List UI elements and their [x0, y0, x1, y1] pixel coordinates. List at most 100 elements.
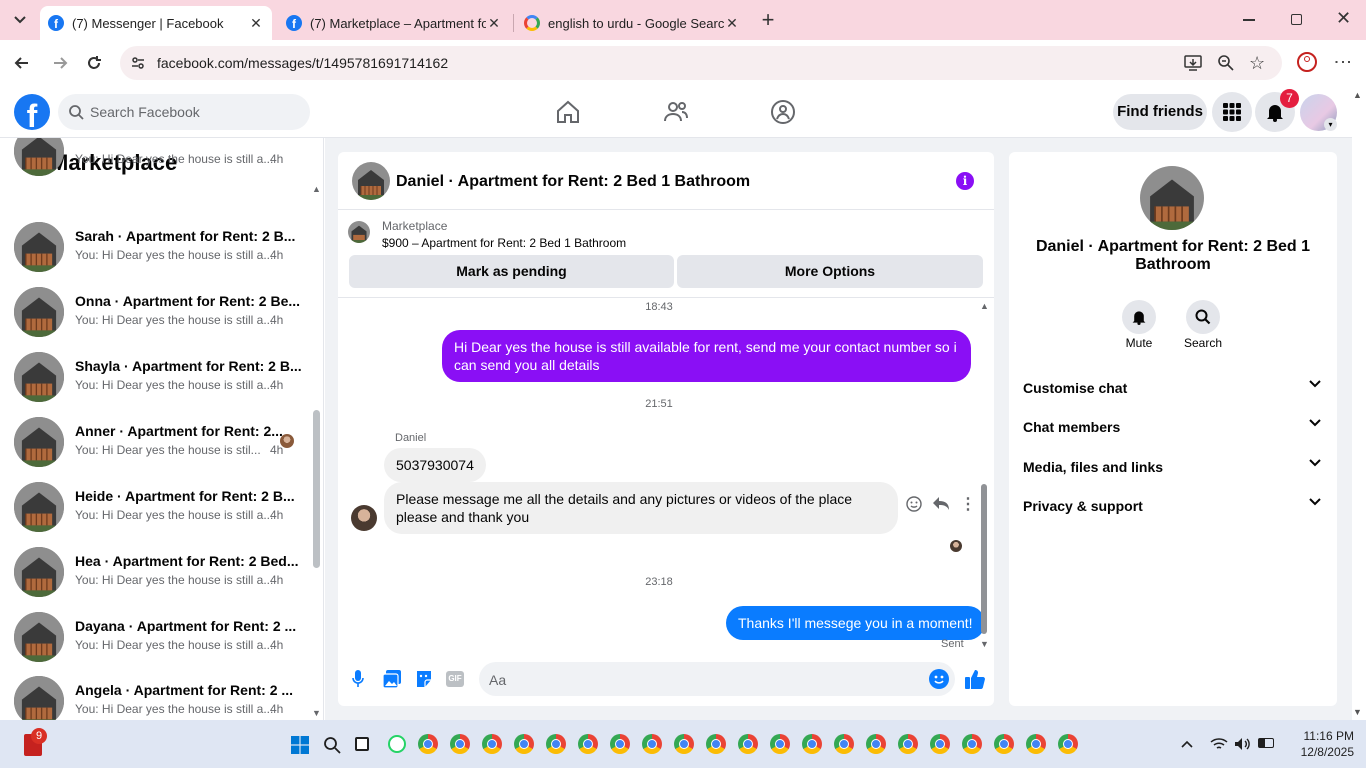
chrome-window-icon[interactable]: [578, 734, 598, 754]
conversation-item[interactable]: Heide · Apartment for Rent: 2 B... You: H…: [14, 482, 314, 546]
account-chevron-icon[interactable]: ▾: [1324, 118, 1337, 131]
battery-icon[interactable]: [1258, 738, 1274, 748]
scroll-up-arrow-icon[interactable]: ▲: [980, 301, 989, 311]
chrome-window-icon[interactable]: [546, 734, 566, 754]
listing-price-title[interactable]: $900 – Apartment for Rent: 2 Bed 1 Bathr…: [382, 236, 626, 250]
outgoing-message[interactable]: Hi Dear yes the house is still available…: [442, 330, 971, 382]
windows-start-icon[interactable]: [291, 736, 309, 754]
more-actions-icon[interactable]: ⋮: [960, 494, 976, 514]
mute-bell-icon[interactable]: [1122, 300, 1156, 334]
taskbar-search-icon[interactable]: [323, 736, 341, 754]
chat-header-avatar[interactable]: [352, 162, 390, 200]
privacy-support-section[interactable]: Privacy & support: [1023, 498, 1323, 514]
like-thumbs-up-icon[interactable]: [964, 668, 986, 690]
chrome-window-icon[interactable]: [482, 734, 502, 754]
chrome-window-icon[interactable]: [866, 734, 886, 754]
tab-search-icon[interactable]: [8, 10, 32, 30]
search-in-conversation-icon[interactable]: [1186, 300, 1220, 334]
conversation-item[interactable]: Onna · Apartment for Rent: 2 Be... You: H…: [14, 287, 314, 351]
profile-icon[interactable]: [1297, 52, 1317, 72]
chrome-window-icon[interactable]: [642, 734, 662, 754]
chrome-window-icon[interactable]: [898, 734, 918, 754]
new-tab-plus-icon[interactable]: +: [758, 9, 778, 31]
conversation-item[interactable]: Sarah · Apartment for Rent: 2 B... You: H…: [14, 222, 314, 286]
address-bar[interactable]: facebook.com/messages/t/1495781691714162…: [120, 46, 1282, 80]
site-info-icon[interactable]: [130, 55, 146, 71]
tab-messenger[interactable]: f (7) Messenger | Facebook ✕: [40, 6, 272, 40]
chrome-window-icon[interactable]: [450, 734, 470, 754]
scroll-down-arrow-icon[interactable]: ▼: [312, 708, 321, 718]
install-app-icon[interactable]: [1184, 54, 1202, 72]
home-icon[interactable]: [555, 99, 581, 125]
conversation-item[interactable]: Angela · Apartment for Rent: 2 ... You: H…: [14, 676, 314, 720]
groups-icon[interactable]: [770, 99, 796, 125]
page-scroll-down-icon[interactable]: ▼: [1353, 707, 1362, 717]
scroll-down-arrow-icon[interactable]: ▼: [980, 639, 989, 649]
chrome-window-icon[interactable]: [994, 734, 1014, 754]
customise-chat-section[interactable]: Customise chat: [1023, 380, 1323, 396]
close-tab-icon[interactable]: ✕: [248, 15, 264, 31]
reload-icon[interactable]: [84, 53, 104, 73]
chrome-window-icon[interactable]: [610, 734, 630, 754]
tab-google-search[interactable]: english to urdu - Google Search ✕: [516, 6, 748, 40]
chrome-window-icon[interactable]: [1026, 734, 1046, 754]
listing-thumbnail[interactable]: [348, 221, 370, 243]
show-hidden-icons-chevron[interactable]: [1181, 740, 1193, 748]
facebook-search-box[interactable]: Search Facebook: [58, 94, 310, 130]
conversation-item[interactable]: Anner · Apartment for Rent: 2... You: Hi …: [14, 417, 314, 481]
friends-icon[interactable]: [663, 99, 689, 125]
chrome-window-icon[interactable]: [674, 734, 694, 754]
close-tab-icon[interactable]: ✕: [486, 15, 502, 31]
conversation-item[interactable]: Hea · Apartment for Rent: 2 Bed... You: H…: [14, 547, 314, 611]
emoji-icon[interactable]: [929, 669, 949, 689]
info-avatar[interactable]: [1140, 166, 1204, 230]
chrome-window-icon[interactable]: [962, 734, 982, 754]
wifi-icon[interactable]: [1210, 737, 1228, 751]
conversation-item[interactable]: Shayla · Apartment for Rent: 2 B... You: …: [14, 352, 314, 416]
close-tab-icon[interactable]: ✕: [724, 15, 740, 31]
reply-icon[interactable]: [932, 496, 950, 512]
chrome-window-icon[interactable]: [1058, 734, 1078, 754]
chrome-window-icon[interactable]: [834, 734, 854, 754]
mark-as-pending-button[interactable]: Mark as pending: [349, 255, 674, 288]
restore-window-icon[interactable]: [1291, 14, 1302, 25]
message-input[interactable]: Aa: [479, 662, 955, 696]
media-files-links-section[interactable]: Media, files and links: [1023, 459, 1323, 475]
conversation-info-icon[interactable]: i: [956, 172, 974, 190]
minimize-window-icon[interactable]: [1243, 19, 1255, 21]
attach-photo-icon[interactable]: [383, 670, 401, 688]
tab-marketplace[interactable]: f (7) Marketplace – Apartment fo ✕: [278, 6, 510, 40]
chrome-window-icon[interactable]: [418, 734, 438, 754]
chrome-window-icon[interactable]: [770, 734, 790, 754]
back-arrow-icon[interactable]: [12, 53, 32, 73]
chat-members-section[interactable]: Chat members: [1023, 419, 1323, 435]
sender-avatar[interactable]: [351, 505, 377, 531]
chrome-window-icon[interactable]: [930, 734, 950, 754]
facebook-logo-icon[interactable]: f: [14, 94, 50, 130]
close-window-icon[interactable]: ✕: [1336, 8, 1351, 29]
sticker-icon[interactable]: [415, 670, 433, 688]
task-view-icon[interactable]: [355, 737, 369, 751]
menu-grid-icon[interactable]: [1212, 92, 1252, 132]
forward-arrow-icon[interactable]: [50, 53, 70, 73]
clock-time[interactable]: 11:16 PM: [1284, 729, 1354, 743]
outgoing-message[interactable]: Thanks I'll messege you in a moment!: [726, 606, 985, 640]
chrome-window-icon[interactable]: [706, 734, 726, 754]
incoming-message[interactable]: Please message me all the details and an…: [384, 482, 898, 534]
chrome-window-icon[interactable]: [738, 734, 758, 754]
scroll-up-arrow-icon[interactable]: ▲: [312, 184, 321, 194]
react-emoji-icon[interactable]: [906, 496, 922, 512]
bookmark-star-icon[interactable]: ☆: [1249, 53, 1265, 74]
voice-clip-icon[interactable]: [352, 670, 364, 688]
chrome-window-icon[interactable]: [802, 734, 822, 754]
chat-title[interactable]: Daniel · Apartment for Rent: 2 Bed 1 Bat…: [396, 173, 750, 191]
clock-date[interactable]: 12/8/2025: [1284, 745, 1354, 759]
find-friends-button[interactable]: Find friends: [1113, 94, 1207, 130]
chrome-window-icon[interactable]: [514, 734, 534, 754]
conversation-item[interactable]: Dayana · Apartment for Rent: 2 ... You: H…: [14, 612, 314, 676]
zoom-icon[interactable]: [1217, 54, 1235, 72]
page-scroll-up-icon[interactable]: ▲: [1353, 90, 1362, 100]
conversation-item[interactable]: You: Hi Dear yes the house is still a...…: [14, 138, 314, 190]
more-options-button[interactable]: More Options: [677, 255, 983, 288]
incoming-message[interactable]: 5037930074: [384, 448, 486, 482]
